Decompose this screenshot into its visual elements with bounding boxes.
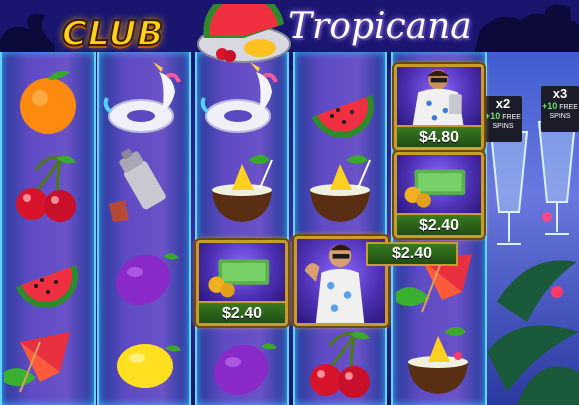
collected-cash-value: $2.40 (366, 242, 458, 266)
multiplier-x3-value: x3 (552, 86, 568, 101)
watermelon-icon (302, 66, 382, 146)
fruit-plate-icon (197, 4, 291, 63)
multiplier-x3-badge: x3 +10 FREE SPINS (541, 86, 579, 132)
coconut-drink-icon (398, 322, 478, 402)
cherries-icon (6, 150, 86, 230)
cherries-icon (300, 326, 380, 405)
game-logo: CLUB Tropicana (60, 4, 472, 63)
cash-value: $2.40 (397, 213, 481, 235)
game-scene: x2 +10 FREE SPINS x3 +10 FREE SPINS $2.4… (0, 0, 579, 405)
multiplier-x2-spins: +10 FREE SPINS (485, 111, 521, 131)
cash-value: $2.40 (199, 301, 285, 323)
plum-icon (203, 326, 283, 405)
watermelon-icon (6, 236, 86, 316)
coconut-drink-icon (300, 150, 380, 230)
dj-collector-symbol: $4.80 (394, 64, 484, 150)
multiplier-x2-value: x2 (495, 96, 511, 111)
coconut-drink-icon (202, 150, 282, 230)
multiplier-x3-spins: +10 FREE SPINS (542, 101, 578, 121)
lemon-icon (105, 322, 185, 402)
unicorn-float-icon (103, 62, 183, 142)
logo-tropicana-text: Tropicana (288, 6, 472, 47)
logo-club-text: CLUB (61, 13, 165, 55)
plum-icon (105, 236, 185, 316)
parasol-drink-icon (0, 322, 80, 402)
unicorn-float-icon (200, 62, 280, 142)
cash-value: $4.80 (397, 125, 481, 147)
cash-symbol: $2.40 (196, 240, 288, 326)
cocktail-shaker-icon (103, 144, 183, 224)
cash-symbol: $2.40 (394, 152, 484, 238)
multiplier-x2-badge: x2 +10 FREE SPINS (484, 96, 522, 142)
orange-icon (8, 62, 88, 142)
